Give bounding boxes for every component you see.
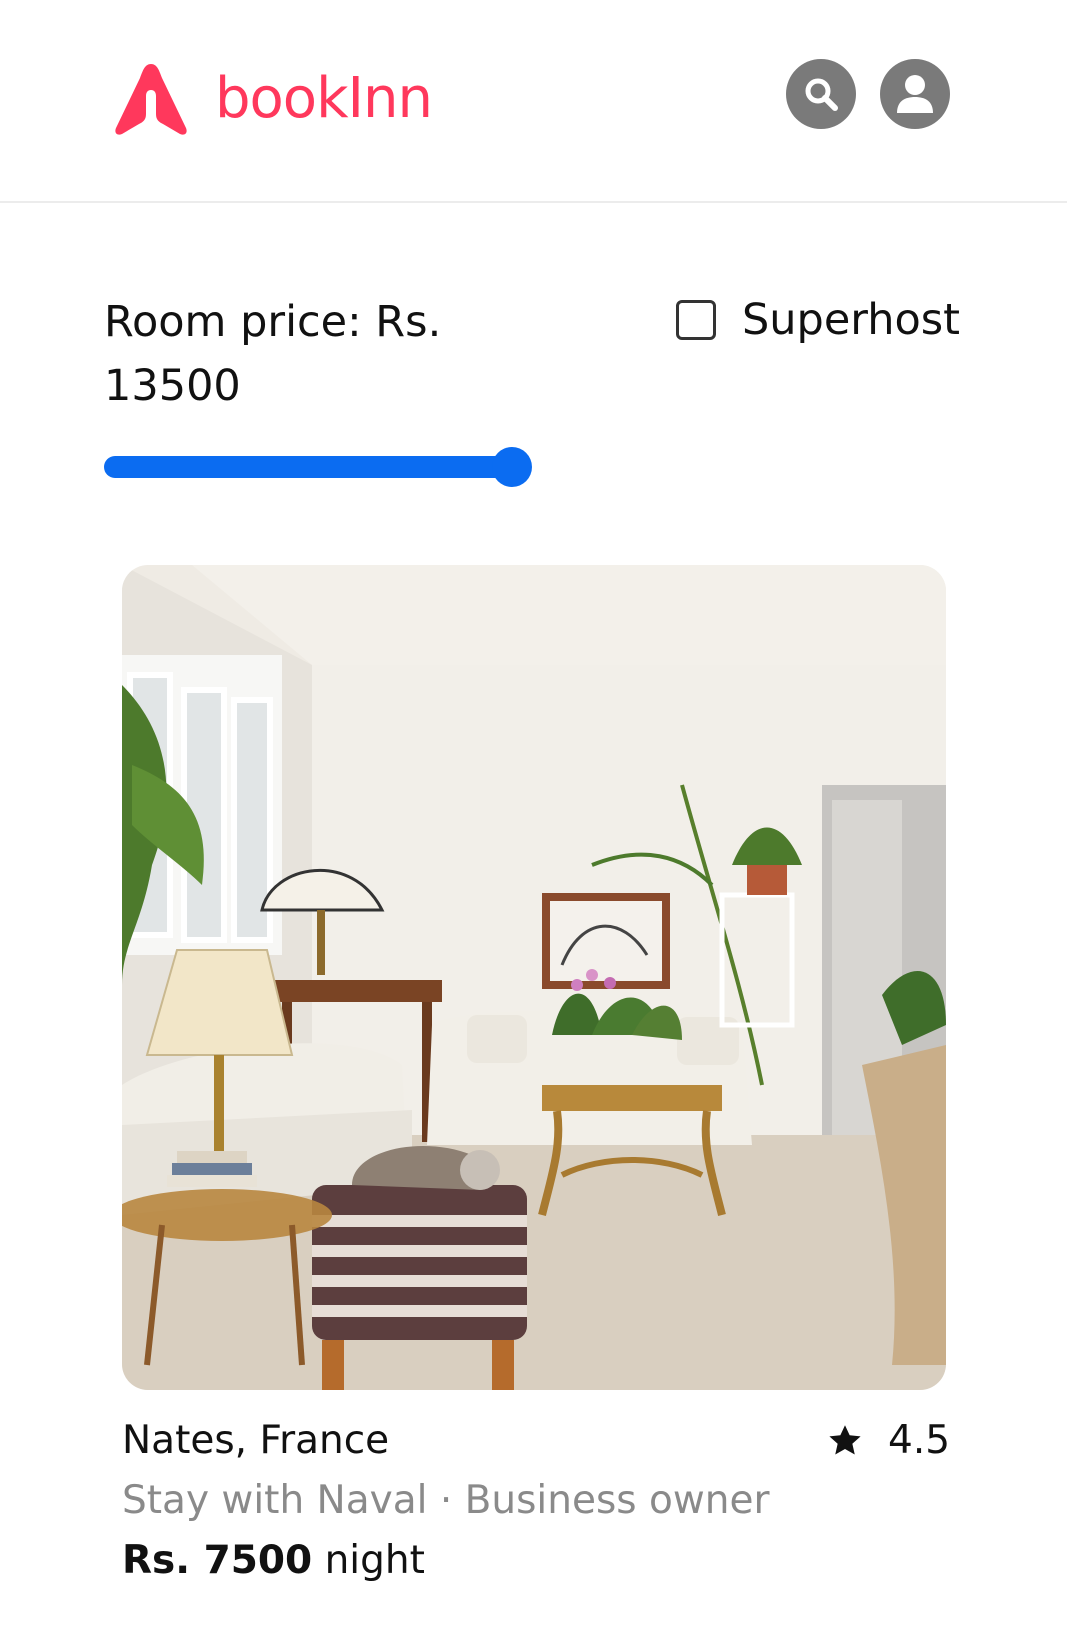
room-photo [122, 565, 946, 1390]
profile-button[interactable] [880, 59, 950, 129]
superhost-label[interactable]: Superhost [742, 293, 960, 347]
price-slider[interactable] [104, 447, 532, 487]
price-amount: Rs. 7500 [122, 1538, 313, 1583]
star-icon [829, 1425, 861, 1455]
search-icon [805, 78, 838, 111]
listing-location: Nates, France [122, 1418, 390, 1463]
price-slider-thumb[interactable] [492, 447, 532, 487]
listing-photo[interactable] [122, 565, 946, 1390]
brand-a-logo-icon[interactable] [113, 62, 189, 136]
price-unit: night [324, 1538, 425, 1583]
search-button[interactable] [786, 59, 856, 129]
listing-price: Rs. 7500 night [122, 1533, 425, 1589]
filters-section: Room price: Rs. 13500 Superhost [0, 203, 1067, 533]
rating-value: 4.5 [888, 1418, 951, 1463]
superhost-checkbox[interactable] [676, 300, 716, 340]
brand-name[interactable]: bookInn [215, 62, 433, 136]
app-header: bookInn [0, 0, 1067, 203]
room-price-label: Room price: Rs. 13500 [104, 297, 442, 411]
user-avatar-icon [897, 75, 933, 113]
host-info: Stay with Naval · Business owner [122, 1478, 770, 1523]
price-slider-track[interactable] [104, 456, 512, 478]
